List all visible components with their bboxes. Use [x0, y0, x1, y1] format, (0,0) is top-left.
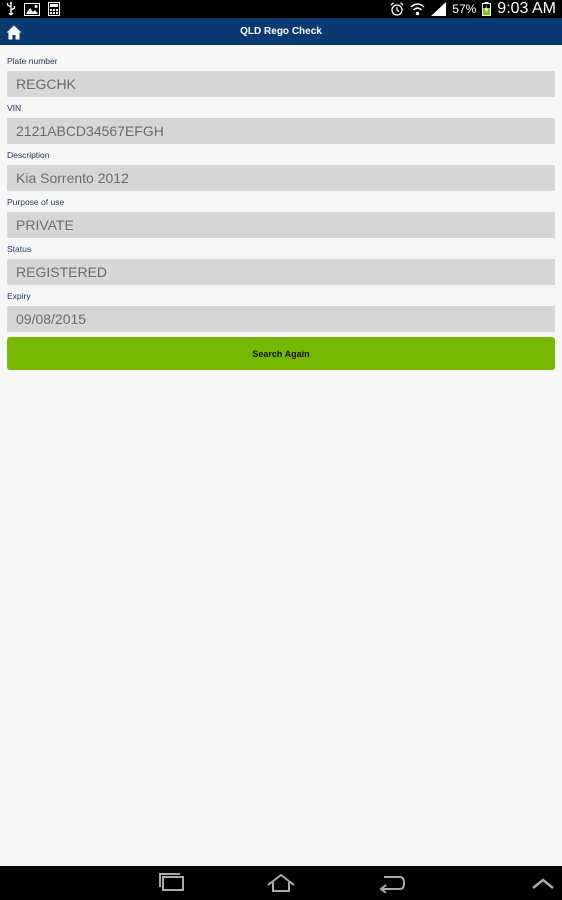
home-nav-button[interactable]: [266, 873, 296, 893]
back-icon: [379, 876, 406, 894]
field-label: Expiry: [7, 291, 31, 301]
status-bar-notifications: [6, 2, 60, 16]
vin-field: VIN 2121ABCD34567EFGH: [7, 102, 555, 144]
search-again-button[interactable]: Search Again: [7, 337, 555, 370]
expiry-value[interactable]: 09/08/2015: [7, 306, 555, 332]
field-label: Description: [7, 150, 50, 160]
status-bar-system: 57% 9:03 AM: [390, 0, 556, 18]
description-field: Description Kia Sorrento 2012: [7, 149, 555, 191]
battery-charging-icon: [482, 2, 492, 16]
calculator-icon: [48, 2, 60, 16]
field-label: Purpose of use: [7, 197, 65, 207]
home-button[interactable]: [5, 23, 23, 41]
field-label: Status: [7, 244, 32, 254]
app-bar: QLD Rego Check: [0, 18, 562, 45]
alarm-icon: [390, 2, 404, 16]
description-value[interactable]: Kia Sorrento 2012: [7, 165, 555, 191]
purpose-of-use-field: Purpose of use PRIVATE: [7, 196, 555, 238]
home-icon: [6, 25, 22, 39]
menu-up-button[interactable]: [528, 873, 558, 893]
plate-number-value[interactable]: REGCHK: [7, 71, 555, 97]
status-bar: 57% 9:03 AM: [0, 0, 562, 18]
recent-apps-button[interactable]: [157, 873, 187, 893]
chevron-up-icon: [532, 878, 554, 889]
image-icon: [24, 2, 40, 16]
expiry-field: Expiry 09/08/2015: [7, 290, 555, 332]
recent-apps-icon: [159, 873, 184, 891]
page-title: QLD Rego Check: [240, 26, 322, 37]
status-field: Status REGISTERED: [7, 243, 555, 285]
home-outline-icon: [267, 873, 295, 892]
battery-percent: 57%: [452, 2, 477, 16]
wifi-icon: [410, 3, 425, 16]
usb-icon: [6, 2, 16, 16]
navigation-bar: [0, 866, 562, 900]
field-label: Plate number: [7, 56, 58, 66]
plate-number-field: Plate number REGCHK: [7, 55, 555, 97]
clock: 9:03 AM: [497, 0, 556, 17]
signal-icon: [431, 2, 447, 16]
vin-value[interactable]: 2121ABCD34567EFGH: [7, 118, 555, 144]
field-label: VIN: [7, 103, 22, 113]
back-button[interactable]: [376, 873, 406, 894]
status-value[interactable]: REGISTERED: [7, 259, 555, 285]
purpose-of-use-value[interactable]: PRIVATE: [7, 212, 555, 238]
